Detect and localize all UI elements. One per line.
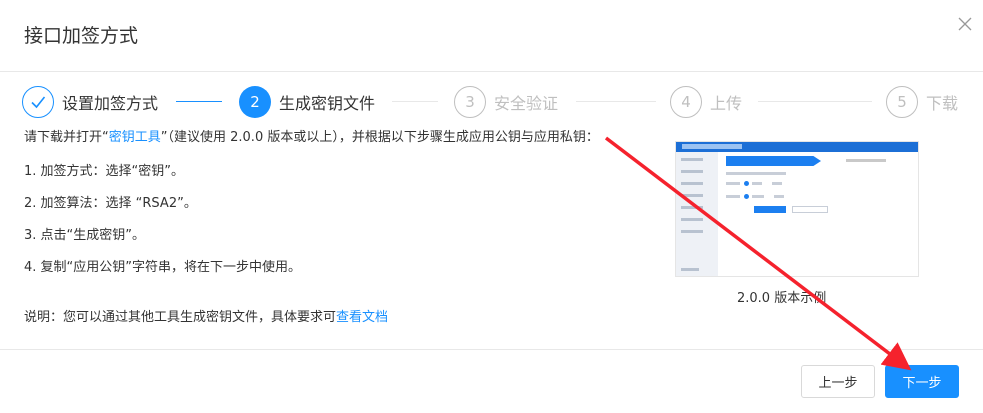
intro-text: 请下载并打开“ (24, 130, 109, 145)
step-number: 3 (454, 86, 486, 118)
dialog-title: 接口加签方式 (24, 25, 139, 47)
step-connector (576, 101, 656, 102)
instruction-step-1: 1. 加签方式：选择“密钥”。 (24, 164, 185, 179)
steps-bar: 设置加签方式 2 生成密钥文件 3 安全验证 4 上传 5 下载 (22, 84, 972, 120)
step-label: 上传 (710, 94, 743, 113)
step-connector (176, 101, 222, 102)
step-number: 5 (886, 86, 918, 118)
key-tool-link[interactable]: 密钥工具 (109, 130, 161, 145)
instructions-note: 说明：您可以通过其他工具生成密钥文件，具体要求可查看文档 (24, 308, 388, 328)
tool-preview-image (675, 141, 919, 277)
instruction-step-2: 2. 加签算法：选择 “RSA2”。 (24, 196, 197, 211)
prev-step-button[interactable]: 上一步 (801, 365, 875, 398)
step-number: 2 (239, 86, 271, 118)
step-connector (392, 101, 438, 102)
step-upload: 4 上传 (670, 84, 742, 120)
preview-caption: 2.0.0 版本示例 (737, 291, 827, 306)
step-check-icon (22, 86, 54, 118)
intro-text-after: ”（建议使用 2.0.0 版本或以上），并根据以下步骤生成应用公钥与应用私钥： (160, 130, 599, 145)
view-docs-link[interactable]: 查看文档 (336, 310, 388, 325)
next-step-button[interactable]: 下一步 (885, 365, 959, 398)
step-set-sign-method: 设置加签方式 (22, 84, 158, 120)
instruction-step-4: 4. 复制“应用公钥”字符串，将在下一步中使用。 (24, 260, 302, 275)
step-label: 下载 (926, 94, 959, 113)
dialog: 接口加签方式 设置加签方式 2 生成密钥文件 3 安全验证 4 上传 5 下载 … (0, 0, 983, 413)
dialog-footer: 上一步 下一步 (0, 349, 983, 413)
step-security-verify: 3 安全验证 (454, 84, 558, 120)
step-label: 设置加签方式 (62, 94, 159, 113)
step-label: 生成密钥文件 (279, 94, 376, 113)
step-generate-key: 2 生成密钥文件 (239, 84, 375, 120)
note-text: 说明：您可以通过其他工具生成密钥文件，具体要求可 (24, 310, 337, 325)
instruction-step-3: 3. 点击“生成密钥”。 (24, 228, 146, 243)
dialog-header: 接口加签方式 (0, 0, 983, 72)
close-icon[interactable] (953, 12, 977, 36)
step-label: 安全验证 (494, 94, 559, 113)
step-download: 5 下载 (886, 84, 958, 120)
step-number: 4 (670, 86, 702, 118)
instructions-intro: 请下载并打开“密钥工具”（建议使用 2.0.0 版本或以上），并根据以下步骤生成… (24, 128, 599, 148)
step-connector (758, 101, 872, 102)
